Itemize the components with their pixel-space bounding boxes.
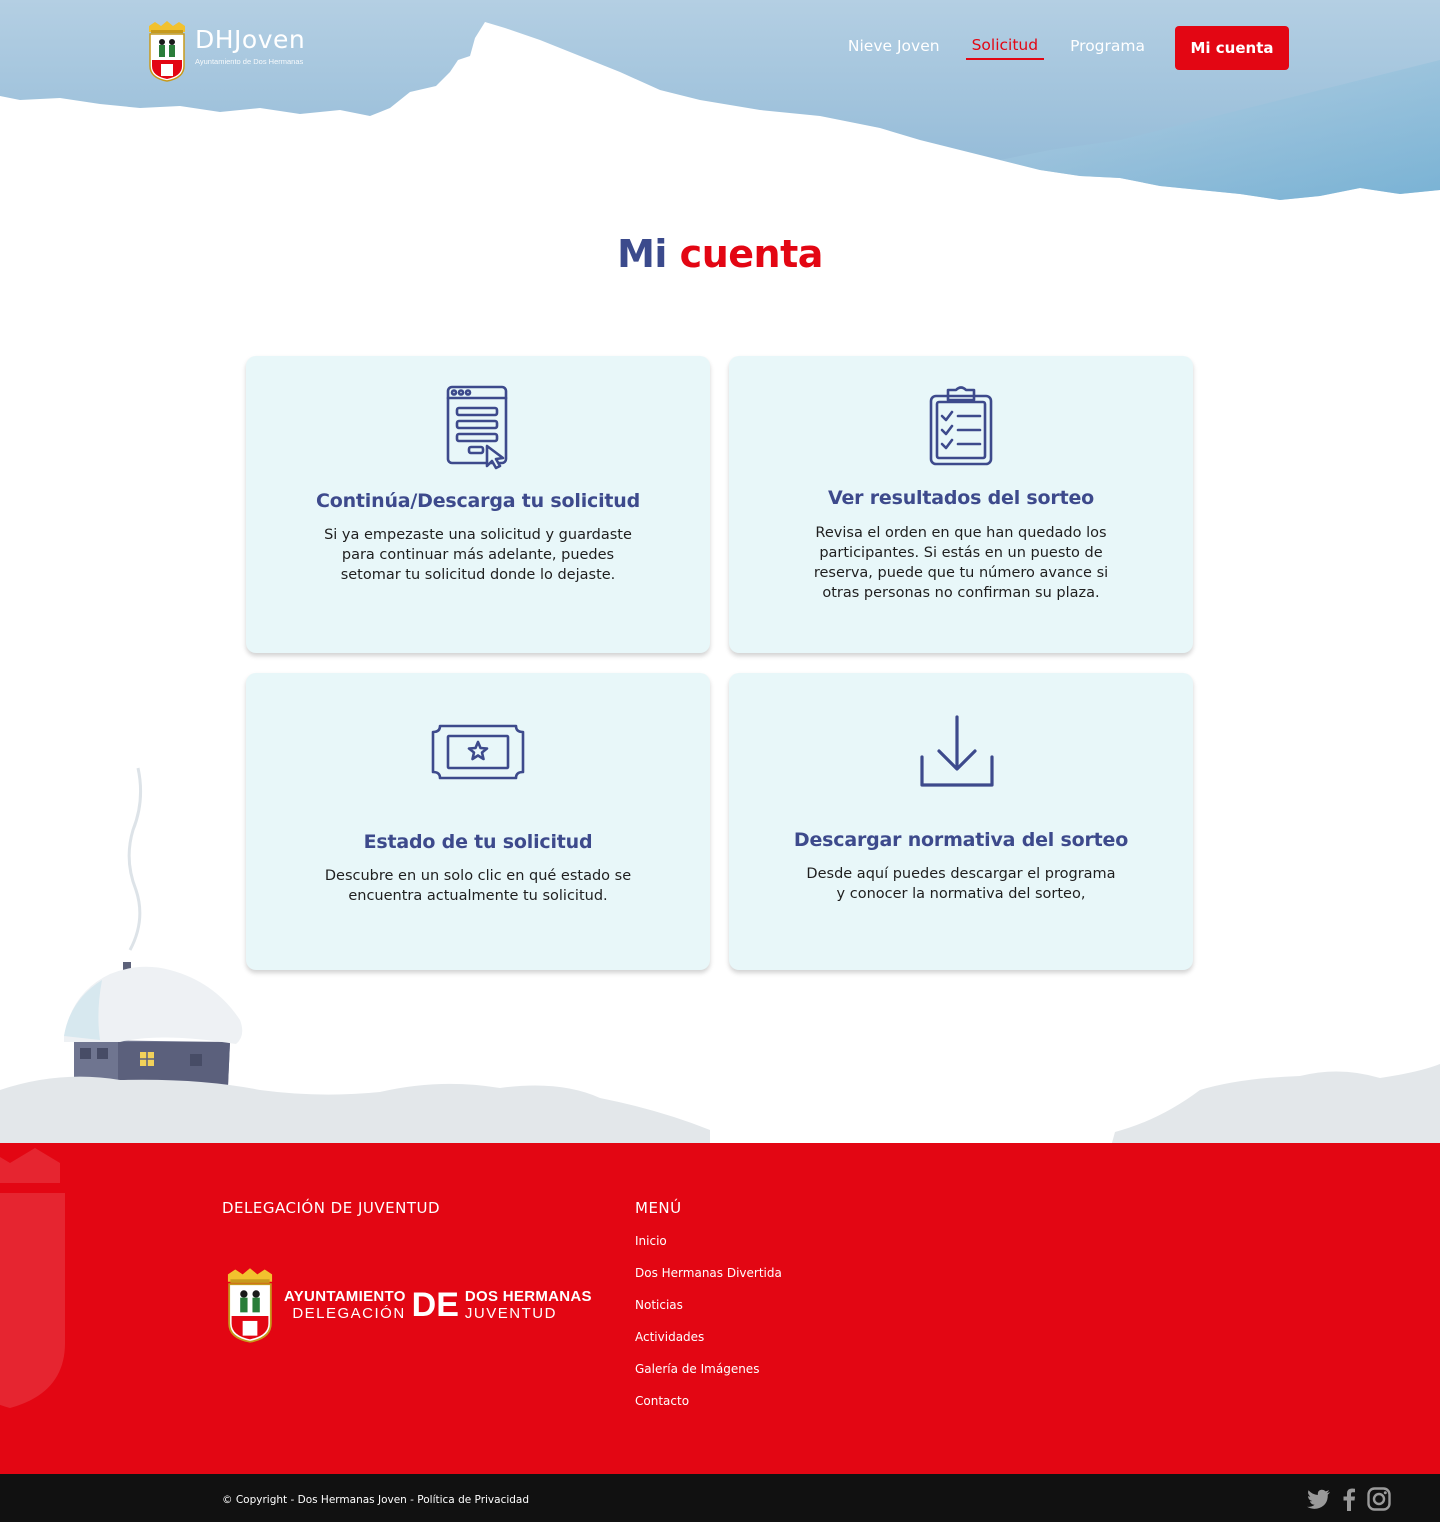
crest-watermark: [0, 1148, 65, 1408]
card-title: Estado de tu solicitud: [363, 831, 593, 853]
main-nav: Nieve Joven Solicitud Programa Mi cuenta: [842, 26, 1289, 70]
card-view-results[interactable]: Ver resultados del sorteo Revisa el orde…: [729, 356, 1193, 653]
footer-heading-delegacion: DELEGACIÓN DE JUVENTUD: [222, 1199, 441, 1217]
coat-of-arms-icon: [149, 21, 185, 82]
logo-subtitle: Ayuntamiento de Dos Hermanas: [195, 57, 304, 66]
card-desc: Desde aquí puedes descargar el programa …: [806, 866, 1116, 902]
footer-menu: Inicio Dos Hermanas Divertida Noticias A…: [635, 1233, 782, 1425]
footer-menu-item-dos-hermanas-divertida[interactable]: Dos Hermanas Divertida: [635, 1265, 782, 1297]
logo-text-delegacion: DELEGACIÓN: [292, 1305, 406, 1322]
page-title-part2: cuenta: [679, 232, 824, 276]
card-desc: Descubre en un solo clic en qué estado s…: [324, 868, 632, 904]
footer-menu-item-inicio[interactable]: Inicio: [635, 1233, 782, 1265]
nav-link-programa[interactable]: Programa: [1064, 37, 1151, 59]
facebook-icon[interactable]: [1336, 1486, 1362, 1512]
footer-menu-item-contacto[interactable]: Contacto: [635, 1393, 782, 1425]
nav-link-solicitud[interactable]: Solicitud: [965, 36, 1045, 60]
card-continue-application[interactable]: Continúa/Descarga tu solicitud Si ya emp…: [246, 356, 710, 653]
instagram-icon[interactable]: [1366, 1486, 1392, 1512]
card-title: Continúa/Descarga tu solicitud: [316, 490, 640, 512]
twitter-icon[interactable]: [1306, 1486, 1332, 1512]
card-desc: Revisa el orden en que han quedado los p…: [813, 525, 1109, 601]
logo-text-dos-hermanas: DOS HERMANAS: [464, 1288, 592, 1305]
card-desc: Si ya empezaste una solicitud y guardast…: [324, 527, 632, 583]
logo-text-de: DE: [411, 1285, 459, 1324]
logo-title: DHJoven: [195, 25, 306, 54]
footer-logo[interactable]: AYUNTAMIENTO DELEGACIÓN DE DOS HERMANAS …: [222, 1267, 592, 1343]
logo-text-ayuntamiento: AYUNTAMIENTO: [284, 1288, 406, 1305]
site-footer: DELEGACIÓN DE JUVENTUD MENÚ AYUNTAMIENTO…: [0, 1143, 1440, 1474]
page-title: Mi cuenta: [0, 232, 1440, 276]
card-application-status[interactable]: Estado de tu solicitud Descubre en un so…: [246, 673, 710, 970]
card-title: Descargar normativa del sorteo: [793, 829, 1129, 851]
copyright-text[interactable]: © Copyright - Dos Hermanas Joven - Polít…: [222, 1494, 529, 1506]
mi-cuenta-button[interactable]: Mi cuenta: [1175, 26, 1289, 70]
download-icon: [920, 715, 994, 787]
card-title: Ver resultados del sorteo: [828, 487, 1094, 509]
account-options-grid: Continúa/Descarga tu solicitud Si ya emp…: [246, 356, 1194, 970]
footer-menu-item-galeria[interactable]: Galería de Imágenes: [635, 1361, 782, 1393]
footer-menu-item-noticias[interactable]: Noticias: [635, 1297, 782, 1329]
ticket-star-icon: [431, 724, 525, 780]
nav-link-nieve-joven[interactable]: Nieve Joven: [842, 37, 946, 59]
page-title-part1: Mi: [617, 232, 667, 276]
logo-text-juventud: JUVENTUD: [464, 1305, 557, 1322]
clipboard-checklist-icon: [929, 386, 993, 466]
site-header: DHJoven Ayuntamiento de Dos Hermanas Nie…: [0, 0, 1440, 100]
card-download-rules[interactable]: Descargar normativa del sorteo Desde aqu…: [729, 673, 1193, 970]
footer-heading-menu: MENÚ: [635, 1199, 682, 1217]
coat-of-arms-icon: [227, 1268, 273, 1343]
copyright-bar: © Copyright - Dos Hermanas Joven - Polít…: [0, 1474, 1440, 1522]
site-logo[interactable]: DHJoven Ayuntamiento de Dos Hermanas: [145, 20, 305, 82]
footer-menu-item-actividades[interactable]: Actividades: [635, 1329, 782, 1361]
browser-click-icon: [446, 385, 508, 470]
social-links: [1302, 1486, 1392, 1512]
